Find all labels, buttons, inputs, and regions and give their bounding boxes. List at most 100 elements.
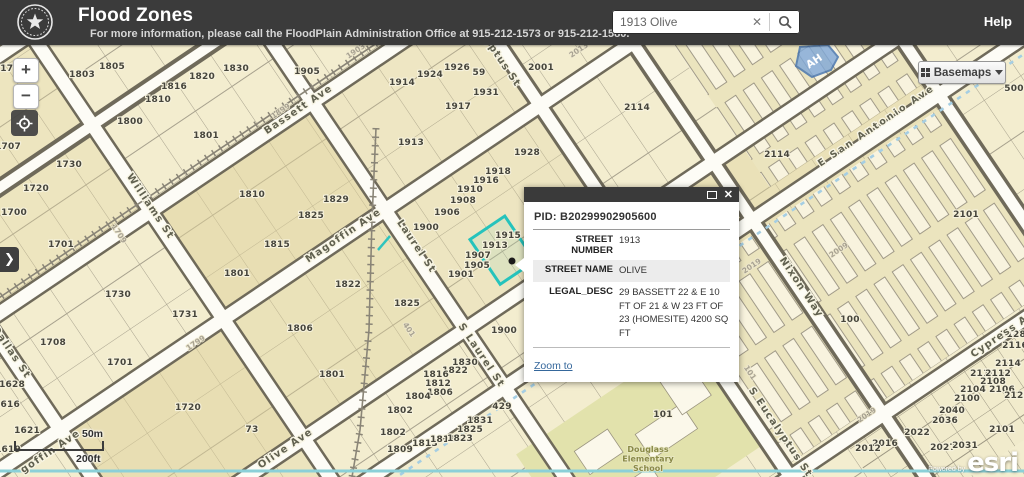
lot-number-label: 1907 [465,251,491,261]
flood-zones-app: AH 1899179920192019200920131903170940110… [0,0,1024,477]
school-name-label: School [633,464,663,473]
powered-by-label: Powered by [928,466,965,473]
lot-number-label: 1816 [161,82,187,92]
scale-metric-label: 50m [82,428,103,440]
lot-number-label: 1914 [389,78,415,88]
basemaps-label: Basemaps [934,67,992,79]
page-subtitle: For more information, please call the Fl… [90,28,629,40]
clear-search-icon[interactable]: ✕ [745,15,769,29]
table-row: STREET NAME OLIVE [533,260,730,282]
lot-number-label: 2001 [528,63,554,73]
lot-number-label: 1900 [413,223,439,233]
lot-number-label: 1720 [175,403,201,413]
popup-title-bar[interactable]: ✕ [524,187,739,202]
lot-number-label: 1913 [482,241,508,251]
lot-number-label: 1700 [1,208,27,218]
lot-number-label: 1730 [56,160,82,170]
lot-number-label: 1708 [40,338,66,348]
lot-number-label: 1810 [239,190,265,200]
lot-number-label: 1720 [23,184,49,194]
row-value: 29 BASSETT 22 & E 10 FT OF 21 & W 23 FT … [619,286,730,341]
lot-number-label: 1701 [107,358,133,368]
chevron-right-icon: ❯ [4,251,15,266]
lot-number-label: 73 [246,425,259,435]
zoom-out-button[interactable]: − [13,84,39,109]
lot-number-label: 1801 [319,370,345,380]
lot-number-label: 1810 [145,95,171,105]
esri-logo: esri [967,448,1018,477]
lot-number-label: 1805 [99,62,125,72]
close-icon[interactable]: ✕ [724,190,733,200]
search-icon [778,15,792,29]
lot-number-label: 1707 [0,142,21,152]
chevron-down-icon [995,70,1003,75]
popup-body: PID: B20299902905600 STREET NUMBER 1913 … [524,202,739,382]
lot-number-label: 1822 [335,280,361,290]
search-input[interactable] [612,15,745,29]
row-label: STREET NUMBER [533,234,619,256]
lot-number-label: 1825 [298,211,324,221]
lot-number-label: 1823 [447,434,473,444]
lot-number-label: 1908 [450,196,476,206]
lot-number-label: 1730 [105,290,131,300]
lot-number-label: 1830 [223,64,249,74]
lot-number-label: 1825 [394,299,420,309]
lot-number-label: 1802 [387,406,413,416]
lot-number-label: 2101 [953,210,979,220]
basemaps-button[interactable]: Basemaps [918,61,1006,84]
lot-number-label: 1621 [14,426,40,436]
target-icon [16,115,33,132]
lot-number-label: 1731 [172,310,198,320]
lot-number-label: 1701 [48,240,74,250]
lot-number-label: 1829 [323,195,349,205]
table-row: LEGAL_DESC 29 BASSETT 22 & E 10 FT OF 21… [533,282,730,345]
lot-number-label: 2114 [764,150,790,160]
help-link[interactable]: Help [984,14,1012,29]
lot-number-label: 429 [492,402,511,412]
lot-number-label: 1806 [287,324,313,334]
lot-number-label: 1803 [69,70,95,80]
zoom-in-button[interactable]: + [13,58,39,83]
map-canvas[interactable]: AH 1899179920192019200920131903170940110… [0,0,1024,477]
scale-imperial-label: 200ft [76,453,101,465]
lot-number-label: 59 [473,68,486,78]
school-name-label: Elementary [622,455,674,464]
lot-number-label: 2101 [989,425,1015,435]
lot-number-label: 2040 [939,406,965,416]
zoom-to-link[interactable]: Zoom to [534,360,573,372]
lot-number-label: 1815 [264,240,290,250]
maximize-icon[interactable] [707,191,717,199]
lot-number-label: 1825 [457,425,483,435]
lot-number-label: 2114 [624,103,650,113]
scale-bar-line [14,441,104,451]
lot-number-label: 2012 [855,444,881,454]
row-label: STREET NAME [533,264,619,278]
lot-number-label: 1905 [294,67,320,77]
map-svg: AH 1899179920192019200920131903170940110… [0,0,1024,477]
geolocate-button[interactable] [11,110,38,136]
divider [533,347,730,348]
search-button[interactable] [770,10,800,34]
lot-number-label: 1616 [0,400,20,410]
lot-number-label: 2123 [1004,391,1024,401]
basemap-grid-icon [921,68,930,77]
lot-number-label: 1926 [444,63,470,73]
lot-number-label: 1800 [117,117,143,127]
lot-number-label: 101 [653,410,672,420]
row-value: 1913 [619,234,730,256]
lot-number-label: 1928 [514,148,540,158]
table-row: STREET NUMBER 1913 [533,230,730,260]
lot-number-label: 2114 [995,359,1021,369]
row-value: OLIVE [619,264,730,278]
sidebar-expander-button[interactable]: ❯ [0,247,19,272]
lot-number-label: 1628 [0,380,25,390]
lot-number-label: 1913 [398,138,424,148]
lot-number-label: 1801 [193,131,219,141]
lot-number-label: 1901 [448,270,474,280]
lot-number-label: 100 [840,315,859,325]
parcel-pid: PID: B20299902905600 [533,209,730,230]
search-box: ✕ [612,10,800,34]
lot-number-label: 1931 [473,88,499,98]
lot-number-label: 1804 [405,392,431,402]
lot-number-label: 2036 [932,416,958,426]
